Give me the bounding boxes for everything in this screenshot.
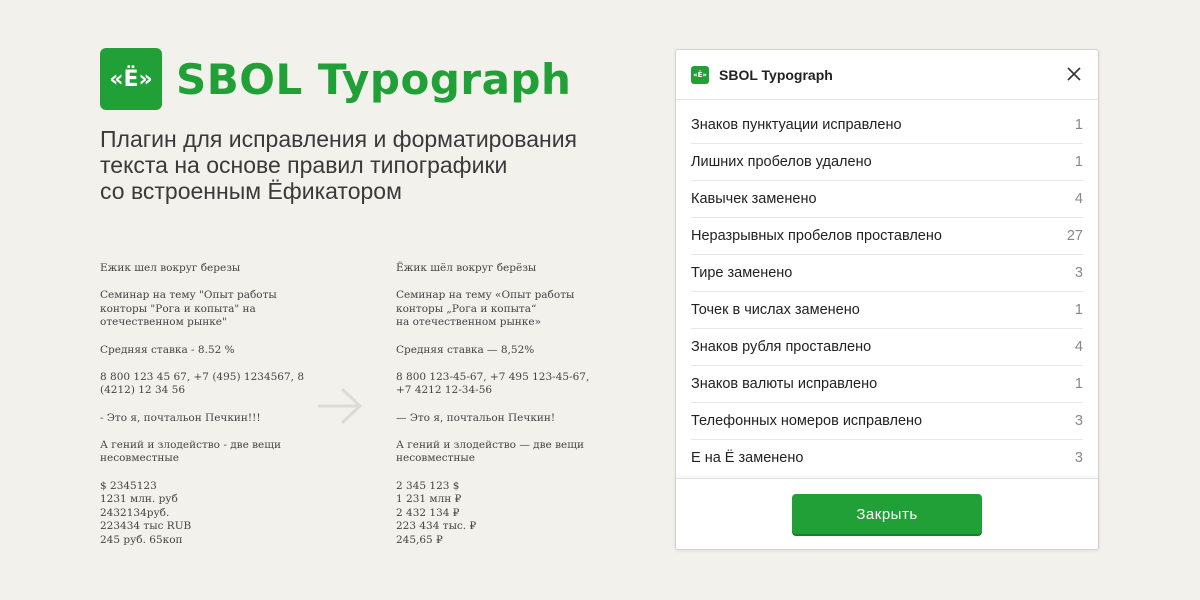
stat-label: Знаков валюты исправлено bbox=[691, 376, 878, 392]
stat-value: 3 bbox=[1074, 265, 1083, 281]
stat-row: Телефонных номеров исправлено 3 bbox=[691, 403, 1083, 440]
stat-label: Знаков рубля проставлено bbox=[691, 339, 872, 355]
stat-row: Знаков рубля проставлено 4 bbox=[691, 329, 1083, 366]
sample-paragraph: 8 800 123 45 67, +7 (495) 1234567, 8 (42… bbox=[100, 370, 305, 397]
stat-row: Неразрывных пробелов проставлено 27 bbox=[691, 218, 1083, 255]
sample-paragraph: 8 800 123-45-67, +7 495 123-45-67, +7 42… bbox=[396, 370, 590, 397]
stat-row: Тире заменено 3 bbox=[691, 255, 1083, 292]
stat-label: Лишних пробелов удалено bbox=[691, 154, 872, 170]
stat-label: Знаков пунктуации исправлено bbox=[691, 117, 902, 133]
dialog-title: SBOL Typograph bbox=[719, 66, 833, 83]
stat-value: 1 bbox=[1074, 117, 1083, 133]
brand-header: «Ё» SBOL Typograph bbox=[100, 48, 571, 110]
stat-label: Телефонных номеров исправлено bbox=[691, 413, 923, 429]
stat-value: 27 bbox=[1066, 228, 1083, 244]
dialog-header: «Ё» SBOL Typograph bbox=[676, 50, 1098, 100]
stat-label: Тире заменено bbox=[691, 265, 793, 281]
arrow-right-icon bbox=[318, 387, 363, 425]
sample-paragraph: 2 345 123 $ 1 231 млн ₽ 2 432 134 ₽ 223 … bbox=[396, 479, 477, 546]
tagline-line: со встроенным Ёфикатором bbox=[100, 178, 402, 204]
stat-value: 4 bbox=[1074, 191, 1083, 207]
stat-value: 1 bbox=[1074, 154, 1083, 170]
stat-row: Знаков пунктуации исправлено 1 bbox=[691, 107, 1083, 144]
sample-paragraph: Средняя ставка — 8,52% bbox=[396, 343, 535, 356]
stat-label: Е на Ё заменено bbox=[691, 450, 804, 466]
sample-paragraph: — Это я, почтальон Печкин! bbox=[396, 411, 556, 424]
sample-paragraph: $ 2345123 1231 млн. руб 2432134руб. 2234… bbox=[100, 479, 192, 546]
tagline: Плагин для исправления и форматирования … bbox=[100, 126, 620, 204]
stat-row: Лишних пробелов удалено 1 bbox=[691, 144, 1083, 181]
close-icon[interactable] bbox=[1066, 66, 1082, 82]
close-button[interactable]: Закрыть bbox=[792, 494, 982, 534]
brand-title: SBOL Typograph bbox=[176, 54, 572, 104]
sample-paragraph: А гений и злодейство — две вещи несовмес… bbox=[396, 438, 584, 465]
brand-logo: «Ё» bbox=[100, 48, 162, 110]
sample-after: Ёжик шёл вокруг берёзы Семинар на тему «… bbox=[396, 262, 616, 561]
stat-row: Знаков валюты исправлено 1 bbox=[691, 366, 1083, 403]
tagline-line: текста на основе правил типографики bbox=[100, 152, 508, 178]
sample-paragraph: Семинар на тему «Опыт работы конторы „Ро… bbox=[396, 289, 575, 329]
dialog-logo: «Ё» bbox=[691, 65, 709, 84]
stat-row: Кавычек заменено 4 bbox=[691, 181, 1083, 218]
stat-value: 3 bbox=[1074, 450, 1083, 466]
sample-paragraph: Ёжик шёл вокруг берёзы bbox=[396, 262, 537, 274]
stat-value: 1 bbox=[1074, 376, 1083, 392]
stat-row: Точек в числах заменено 1 bbox=[691, 292, 1083, 329]
results-dialog: «Ё» SBOL Typograph Знаков пунктуации исп… bbox=[675, 49, 1099, 550]
stat-value: 1 bbox=[1074, 302, 1083, 318]
stat-label: Точек в числах заменено bbox=[691, 302, 860, 318]
stats-list: Знаков пунктуации исправлено 1 Лишних пр… bbox=[676, 100, 1098, 476]
sample-paragraph: - Это я, почтальон Печкин!!! bbox=[100, 411, 261, 424]
stat-label: Неразрывных пробелов проставлено bbox=[691, 228, 942, 244]
sample-paragraph: Ежик шел вокруг березы bbox=[100, 262, 241, 274]
tagline-line: Плагин для исправления и форматирования bbox=[100, 126, 578, 152]
sample-before: Ежик шел вокруг березы Семинар на тему "… bbox=[100, 262, 320, 561]
stat-value: 3 bbox=[1074, 413, 1083, 429]
dialog-footer: Закрыть bbox=[676, 478, 1098, 549]
stat-row: Е на Ё заменено 3 bbox=[691, 440, 1083, 476]
sample-paragraph: Семинар на тему "Опыт работы конторы "Ро… bbox=[100, 289, 277, 329]
sample-paragraph: А гений и злодейство - две вещи несовмес… bbox=[100, 438, 282, 465]
stat-label: Кавычек заменено bbox=[691, 191, 817, 207]
sample-paragraph: Средняя ставка - 8.52 % bbox=[100, 343, 235, 356]
stat-value: 4 bbox=[1074, 339, 1083, 355]
